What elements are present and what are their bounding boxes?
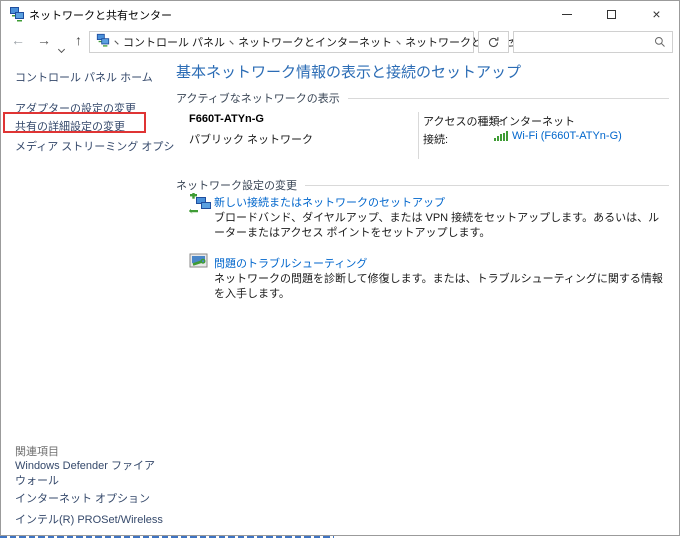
window-title: ネットワークと共有センター xyxy=(29,10,172,22)
navigation-toolbar: ← → ↑ コントロール パネル ネットワークとインターネット ネットワークと共… xyxy=(1,27,679,57)
sidebar-item-internet-options[interactable]: インターネット オプション xyxy=(15,490,150,506)
search-box xyxy=(513,31,673,53)
breadcrumb-item-network-internet[interactable]: ネットワークとインターネット xyxy=(238,34,392,50)
setup-new-connection-description: ブロードバンド、ダイヤルアップ、または VPN 接続をセットアップします。あるい… xyxy=(214,212,660,239)
breadcrumb-app-icon xyxy=(96,33,110,52)
main-content: 基本ネットワーク情報の表示と接続のセットアップ アクティブなネットワークの表示 … xyxy=(176,57,673,535)
arrow-up-icon: ↑ xyxy=(75,32,82,48)
change-settings-section-title: ネットワーク設定の変更 xyxy=(176,180,297,192)
maximize-button[interactable] xyxy=(589,1,634,27)
sidebar-item-change-adapter-settings[interactable]: アダプターの設定の変更 xyxy=(15,100,136,116)
connection-label: 接続: xyxy=(423,134,449,146)
sidebar-item-windows-defender-firewall[interactable]: Windows Defender ファイアウォール xyxy=(15,459,165,489)
minimize-icon xyxy=(561,13,572,15)
maximize-icon xyxy=(607,9,616,19)
forward-button[interactable]: → xyxy=(37,32,51,48)
refresh-button[interactable] xyxy=(478,31,509,53)
close-button[interactable]: × xyxy=(634,1,679,27)
network-sharing-center-icon xyxy=(9,6,25,27)
up-button[interactable]: ↑ xyxy=(75,32,82,48)
breadcrumb-separator-icon xyxy=(229,39,234,45)
address-bar[interactable]: コントロール パネル ネットワークとインターネット ネットワークと共有センター xyxy=(89,31,561,53)
search-icon xyxy=(655,37,665,47)
chevron-down-icon xyxy=(57,45,66,54)
breadcrumb-separator-icon xyxy=(114,39,119,45)
setup-new-connection-link[interactable]: 新しい接続またはネットワークのセットアップ xyxy=(214,194,445,210)
sidebar-item-intel-proset-wireless[interactable]: インテル(R) PROSet/Wireless xyxy=(15,511,163,527)
page-title: 基本ネットワーク情報の表示と接続のセットアップ xyxy=(176,64,522,81)
section-rule xyxy=(347,97,669,99)
arrow-right-icon: → xyxy=(37,32,51,48)
column-divider xyxy=(418,112,419,159)
breadcrumb-separator-icon xyxy=(396,39,401,45)
refresh-icon xyxy=(488,36,499,47)
sidebar: コントロール パネル ホーム アダプターの設定の変更 共有の詳細設定の変更 メデ… xyxy=(1,57,196,535)
back-button[interactable]: ← xyxy=(11,32,25,48)
network-sharing-center-window: ネットワークと共有センター × ← → ↑ コントロール パネル ネットワークと… xyxy=(0,0,680,536)
active-networks-section-title: アクティブなネットワークの表示 xyxy=(176,93,340,105)
breadcrumb-item-control-panel[interactable]: コントロール パネル xyxy=(123,34,225,50)
title-bar: ネットワークと共有センター × xyxy=(1,1,679,27)
wifi-signal-icon xyxy=(494,131,508,141)
section-rule xyxy=(305,184,669,186)
change-settings-section-header: ネットワーク設定の変更 xyxy=(176,177,669,193)
troubleshoot-problems-link[interactable]: 問題のトラブルシューティング xyxy=(214,255,367,271)
access-type-value: インターネット xyxy=(498,116,575,128)
wifi-connection-link[interactable]: Wi-Fi (F660T-ATYn-G) xyxy=(512,130,622,142)
history-dropdown-button[interactable] xyxy=(57,39,66,57)
active-networks-section-header: アクティブなネットワークの表示 xyxy=(176,90,669,106)
arrow-left-icon: ← xyxy=(11,32,25,48)
minimize-button[interactable] xyxy=(544,1,589,27)
close-icon: × xyxy=(652,6,661,22)
access-type-label: アクセスの種類: xyxy=(423,116,503,128)
sidebar-item-media-streaming-options[interactable]: メディア ストリーミング オプション xyxy=(15,138,196,154)
troubleshoot-problems-description: ネットワークの問題を診断して修復します。または、トラブルシューティングに関する情… xyxy=(214,273,663,300)
network-type: パブリック ネットワーク xyxy=(189,134,314,146)
troubleshoot-icon xyxy=(189,253,209,276)
network-name: F660T-ATYn-G xyxy=(189,113,264,125)
see-also-header: 関連項目 xyxy=(15,446,59,458)
new-connection-icon xyxy=(188,191,213,220)
sidebar-item-change-advanced-sharing-settings[interactable]: 共有の詳細設定の変更 xyxy=(15,118,125,134)
search-input[interactable] xyxy=(520,36,654,48)
connection-link-wrap: Wi-Fi (F660T-ATYn-G) xyxy=(494,130,622,142)
sidebar-item-control-panel-home[interactable]: コントロール パネル ホーム xyxy=(15,69,153,85)
